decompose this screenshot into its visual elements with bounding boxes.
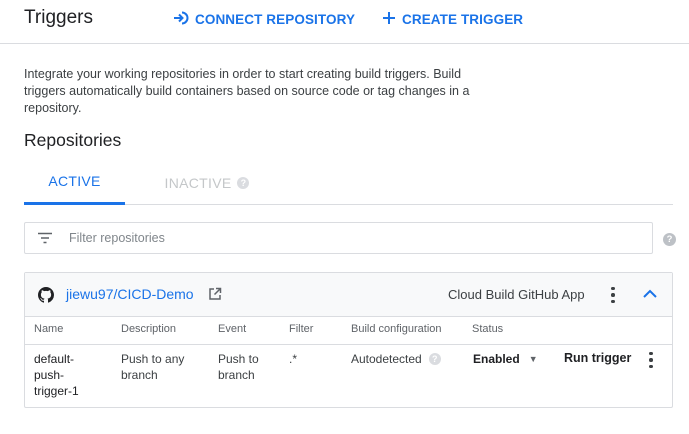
column-header-build-configuration: Build configuration — [351, 323, 442, 335]
help-icon[interactable]: ? — [663, 233, 676, 246]
plus-icon — [382, 11, 402, 28]
connect-repository-button[interactable]: CONNECT REPOSITORY — [173, 10, 355, 28]
trigger-event: Push to branch — [218, 352, 259, 382]
build-configuration-value: Autodetected — [351, 352, 422, 366]
page-title: Triggers — [24, 7, 93, 28]
help-icon[interactable]: ? — [428, 353, 441, 365]
trigger-build-configuration: Autodetected ? — [351, 351, 441, 367]
trigger-name: default-push-trigger-1 — [34, 352, 79, 398]
tab-active[interactable]: ACTIVE — [24, 160, 125, 205]
caret-down-icon: ▼ — [528, 354, 538, 364]
connect-repository-icon — [173, 11, 195, 28]
repositories-heading: Repositories — [24, 130, 122, 150]
filter-repositories-input[interactable] — [69, 231, 629, 245]
top-bar: Triggers CONNECT REPOSITORY CREATE TRIGG… — [0, 0, 689, 44]
repository-app-name: Cloud Build GitHub App — [448, 287, 585, 302]
repository-header: jiewu97/CICD-Demo Cloud Build GitHub App — [25, 273, 672, 317]
more-vert-icon[interactable] — [605, 285, 621, 305]
run-trigger-button[interactable]: Run trigger — [564, 351, 631, 365]
repository-card: jiewu97/CICD-Demo Cloud Build GitHub App… — [24, 272, 673, 408]
chevron-up-icon[interactable] — [642, 287, 658, 306]
column-header-name: Name — [34, 323, 64, 335]
status-value: Enabled — [473, 352, 520, 366]
column-header-status: Status — [472, 323, 504, 335]
column-header-filter: Filter — [289, 323, 314, 335]
open-in-new-icon[interactable] — [208, 287, 222, 306]
column-header-description: Description — [121, 323, 177, 335]
create-trigger-label: CREATE TRIGGER — [402, 11, 524, 27]
github-icon — [38, 287, 54, 308]
tab-inactive-label: INACTIVE — [164, 174, 232, 191]
repository-tabs: ACTIVE INACTIVE ? — [24, 160, 673, 205]
filter-icon — [37, 232, 53, 244]
tab-inactive[interactable]: INACTIVE ? — [152, 160, 262, 205]
connect-repository-label: CONNECT REPOSITORY — [195, 11, 356, 27]
help-icon[interactable]: ? — [237, 176, 250, 189]
intro-text: Integrate your working repositories in o… — [24, 67, 470, 115]
filter-bar — [24, 222, 653, 254]
status-dropdown[interactable]: Enabled ▼ — [473, 351, 538, 367]
column-header-event: Event — [218, 323, 247, 335]
repository-name-link[interactable]: jiewu97/CICD-Demo — [66, 286, 194, 302]
create-trigger-button[interactable]: CREATE TRIGGER — [382, 10, 523, 28]
table-divider — [25, 344, 672, 345]
trigger-description: Push to any branch — [121, 352, 185, 382]
tab-active-label: ACTIVE — [48, 173, 101, 189]
trigger-filter: .* — [289, 352, 298, 366]
more-vert-icon[interactable] — [643, 350, 659, 370]
